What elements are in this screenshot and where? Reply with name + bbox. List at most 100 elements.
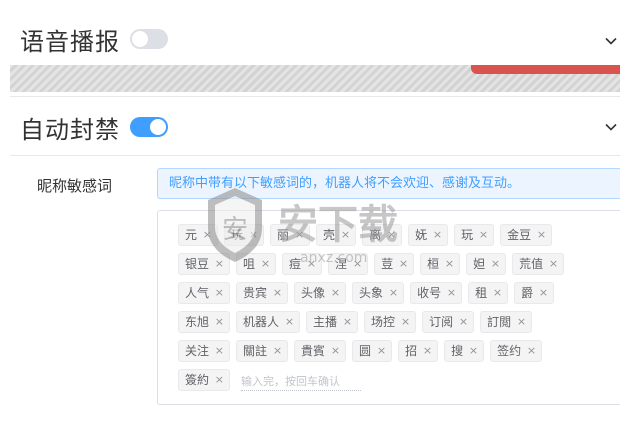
close-icon[interactable]: × bbox=[273, 283, 282, 303]
close-icon[interactable]: × bbox=[215, 312, 224, 332]
tag-label: 妩 bbox=[415, 228, 428, 242]
tag-item: 玩 × bbox=[224, 224, 265, 246]
section-divider bbox=[10, 96, 620, 97]
tag-item: 东旭 × bbox=[178, 311, 231, 333]
tag-label: 簽約 bbox=[185, 373, 210, 387]
toggle-knob bbox=[132, 31, 148, 47]
tag-label: 玩 bbox=[231, 228, 244, 242]
red-indicator-strip bbox=[471, 65, 620, 74]
close-icon[interactable]: × bbox=[433, 225, 442, 245]
close-icon[interactable]: × bbox=[215, 370, 224, 390]
tag-label: 訂閲 bbox=[487, 315, 512, 329]
tag-label: 头象 bbox=[359, 286, 384, 300]
tag-item: 爵 × bbox=[514, 282, 555, 304]
tag-item: 壳 × bbox=[316, 224, 357, 246]
close-icon[interactable]: × bbox=[377, 341, 386, 361]
tag-item: 人气 × bbox=[178, 282, 231, 304]
tag-label: 主播 bbox=[313, 315, 338, 329]
close-icon[interactable]: × bbox=[469, 341, 478, 361]
close-icon[interactable]: × bbox=[401, 312, 410, 332]
close-icon[interactable]: × bbox=[387, 225, 396, 245]
close-icon[interactable]: × bbox=[549, 254, 558, 274]
tag-label: 涅 bbox=[335, 257, 348, 271]
close-icon[interactable]: × bbox=[447, 283, 456, 303]
tag-label: 租 bbox=[475, 286, 488, 300]
tag-item: 關註 × bbox=[236, 340, 289, 362]
close-icon[interactable]: × bbox=[307, 254, 316, 274]
close-icon[interactable]: × bbox=[215, 283, 224, 303]
close-icon[interactable]: × bbox=[203, 225, 212, 245]
tag-label: 玩 bbox=[461, 228, 474, 242]
tag-label: 妲 bbox=[473, 257, 486, 271]
tag-item: 头像 × bbox=[294, 282, 347, 304]
tag-label: 爵 bbox=[521, 286, 534, 300]
tag-item: 痘 × bbox=[282, 253, 323, 275]
close-icon[interactable]: × bbox=[539, 283, 548, 303]
chevron-down-icon[interactable] bbox=[604, 120, 618, 134]
close-icon[interactable]: × bbox=[249, 225, 258, 245]
close-icon[interactable]: × bbox=[295, 225, 304, 245]
tag-label: 人气 bbox=[185, 286, 210, 300]
close-icon[interactable]: × bbox=[445, 254, 454, 274]
tag-label: 机器人 bbox=[243, 315, 280, 329]
tag-label: 搜 bbox=[451, 344, 464, 358]
tag-label: 丽 bbox=[277, 228, 290, 242]
close-icon[interactable]: × bbox=[331, 283, 340, 303]
tag-item: 收号 × bbox=[410, 282, 463, 304]
section-divider bbox=[10, 155, 620, 156]
close-icon[interactable]: × bbox=[479, 225, 488, 245]
tag-item: 签约 × bbox=[490, 340, 543, 362]
close-icon[interactable]: × bbox=[517, 312, 526, 332]
tag-item: 关注 × bbox=[178, 340, 231, 362]
auto-ban-header: 自动封禁 bbox=[0, 110, 620, 144]
tag-item: 玩 × bbox=[454, 224, 495, 246]
close-icon[interactable]: × bbox=[399, 254, 408, 274]
tag-label: 头像 bbox=[301, 286, 326, 300]
tag-label: 貴賓 bbox=[301, 344, 326, 358]
close-icon[interactable]: × bbox=[285, 312, 294, 332]
close-icon[interactable]: × bbox=[389, 283, 398, 303]
close-icon[interactable]: × bbox=[353, 254, 362, 274]
chevron-down-icon[interactable] bbox=[604, 34, 618, 48]
close-icon[interactable]: × bbox=[261, 254, 270, 274]
close-icon[interactable]: × bbox=[459, 312, 468, 332]
tag-item: 元 × bbox=[178, 224, 219, 246]
close-icon[interactable]: × bbox=[215, 341, 224, 361]
close-icon[interactable]: × bbox=[423, 341, 432, 361]
close-icon[interactable]: × bbox=[537, 225, 546, 245]
tag-item: 机器人 × bbox=[236, 311, 301, 333]
tag-label: 圆 bbox=[359, 344, 372, 358]
tag-item: 头象 × bbox=[352, 282, 405, 304]
tag-item: 妩 × bbox=[408, 224, 449, 246]
auto-ban-toggle[interactable] bbox=[130, 117, 168, 137]
new-tag-input[interactable] bbox=[241, 372, 361, 391]
tag-label: 贵宾 bbox=[243, 286, 268, 300]
tag-label: 签约 bbox=[497, 344, 522, 358]
tag-item: 贵宾 × bbox=[236, 282, 289, 304]
close-icon[interactable]: × bbox=[341, 225, 350, 245]
tag-item: 金豆 × bbox=[500, 224, 553, 246]
tag-item: 场控 × bbox=[364, 311, 417, 333]
tag-item: 主播 × bbox=[306, 311, 359, 333]
voice-broadcast-toggle[interactable] bbox=[130, 29, 168, 49]
close-icon[interactable]: × bbox=[491, 254, 500, 274]
tag-label: 离 bbox=[369, 228, 382, 242]
close-icon[interactable]: × bbox=[493, 283, 502, 303]
tag-label: 订阅 bbox=[429, 315, 454, 329]
nickname-sensitive-words-label: 昵称敏感词 bbox=[37, 177, 113, 195]
tag-label: 荳 bbox=[381, 257, 394, 271]
tag-item: 银豆 × bbox=[178, 253, 231, 275]
tag-item: 桓 × bbox=[420, 253, 461, 275]
close-icon[interactable]: × bbox=[343, 312, 352, 332]
close-icon[interactable]: × bbox=[527, 341, 536, 361]
tag-label: 荒值 bbox=[519, 257, 544, 271]
close-icon[interactable]: × bbox=[273, 341, 282, 361]
tag-item: 簽約 × bbox=[178, 369, 231, 391]
info-tip: 昵称中带有以下敏感词的，机器人将不会欢迎、感谢及互动。 bbox=[157, 168, 620, 199]
tag-label: 痘 bbox=[289, 257, 302, 271]
close-icon[interactable]: × bbox=[331, 341, 340, 361]
close-icon[interactable]: × bbox=[215, 254, 224, 274]
tag-label: 壳 bbox=[323, 228, 336, 242]
tag-item: 租 × bbox=[468, 282, 509, 304]
voice-broadcast-header: 语音播报 bbox=[0, 22, 620, 56]
